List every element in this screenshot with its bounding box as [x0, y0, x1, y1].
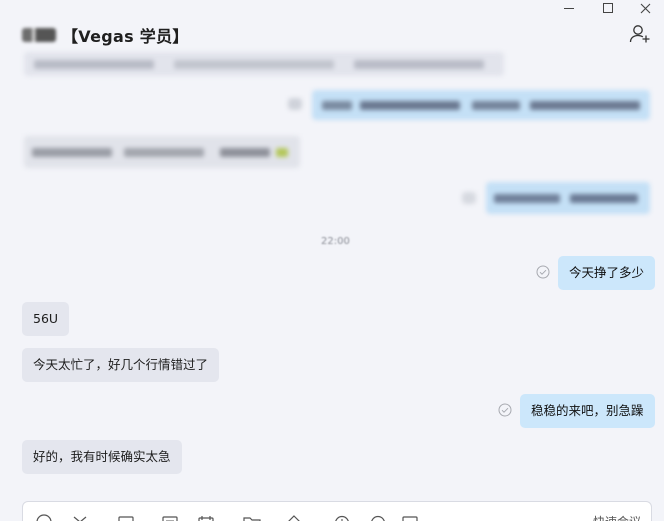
add-person-icon[interactable] — [628, 24, 652, 44]
redacted-message — [24, 52, 504, 76]
close-icon[interactable] — [626, 0, 664, 18]
calendar-icon[interactable] — [197, 513, 215, 521]
message-composer[interactable]: 快速会议 — [22, 501, 652, 521]
more-icon[interactable] — [401, 513, 419, 521]
redacted-avatar-dot — [288, 98, 302, 110]
chat-title[interactable]: 【Vegas 学员】 — [22, 23, 189, 47]
read-receipt-icon — [536, 265, 550, 279]
folder-icon[interactable] — [243, 513, 261, 521]
message-bubble-outgoing[interactable]: 今天挣了多少 — [558, 256, 656, 290]
chat-record-icon[interactable] — [369, 513, 387, 521]
window-controls — [550, 0, 664, 18]
redacted-name — [22, 28, 56, 42]
redacted-message — [486, 182, 650, 214]
message-bubble-incoming[interactable]: 好的，我有时候确实太急 — [22, 440, 182, 474]
chat-header: 【Vegas 学员】 — [0, 18, 664, 50]
scissors-icon[interactable] — [71, 513, 89, 521]
message-bubble-incoming[interactable]: 今天太忙了，好几个行情错过了 — [22, 348, 220, 382]
group-title-text: 【Vegas 学员】 — [62, 27, 189, 46]
redacted-avatar-dot — [462, 192, 476, 204]
message-list[interactable]: 22:00 今天挣了多少 56U 今天太忙了，好几个行情错过了 稳稳的来吧，别急… — [0, 50, 664, 500]
message-bubble-outgoing[interactable]: 稳稳的来吧，别急躁 — [520, 394, 655, 428]
quick-meeting-label[interactable]: 快速会议 — [593, 513, 641, 521]
timestamp-text: 22:00 — [321, 236, 350, 247]
history-icon[interactable] — [333, 513, 351, 521]
read-receipt-icon — [498, 403, 512, 417]
redacted-message — [24, 136, 300, 168]
maximize-icon[interactable] — [588, 0, 626, 18]
minimize-icon[interactable] — [550, 0, 588, 18]
redacted-message — [312, 90, 650, 120]
file-icon[interactable] — [117, 513, 135, 521]
emoji-icon[interactable] — [35, 513, 53, 521]
timestamp: 22:00 — [321, 229, 355, 247]
image-icon[interactable] — [161, 513, 179, 521]
pin-icon[interactable] — [285, 513, 303, 521]
message-bubble-incoming[interactable]: 56U — [22, 302, 70, 336]
